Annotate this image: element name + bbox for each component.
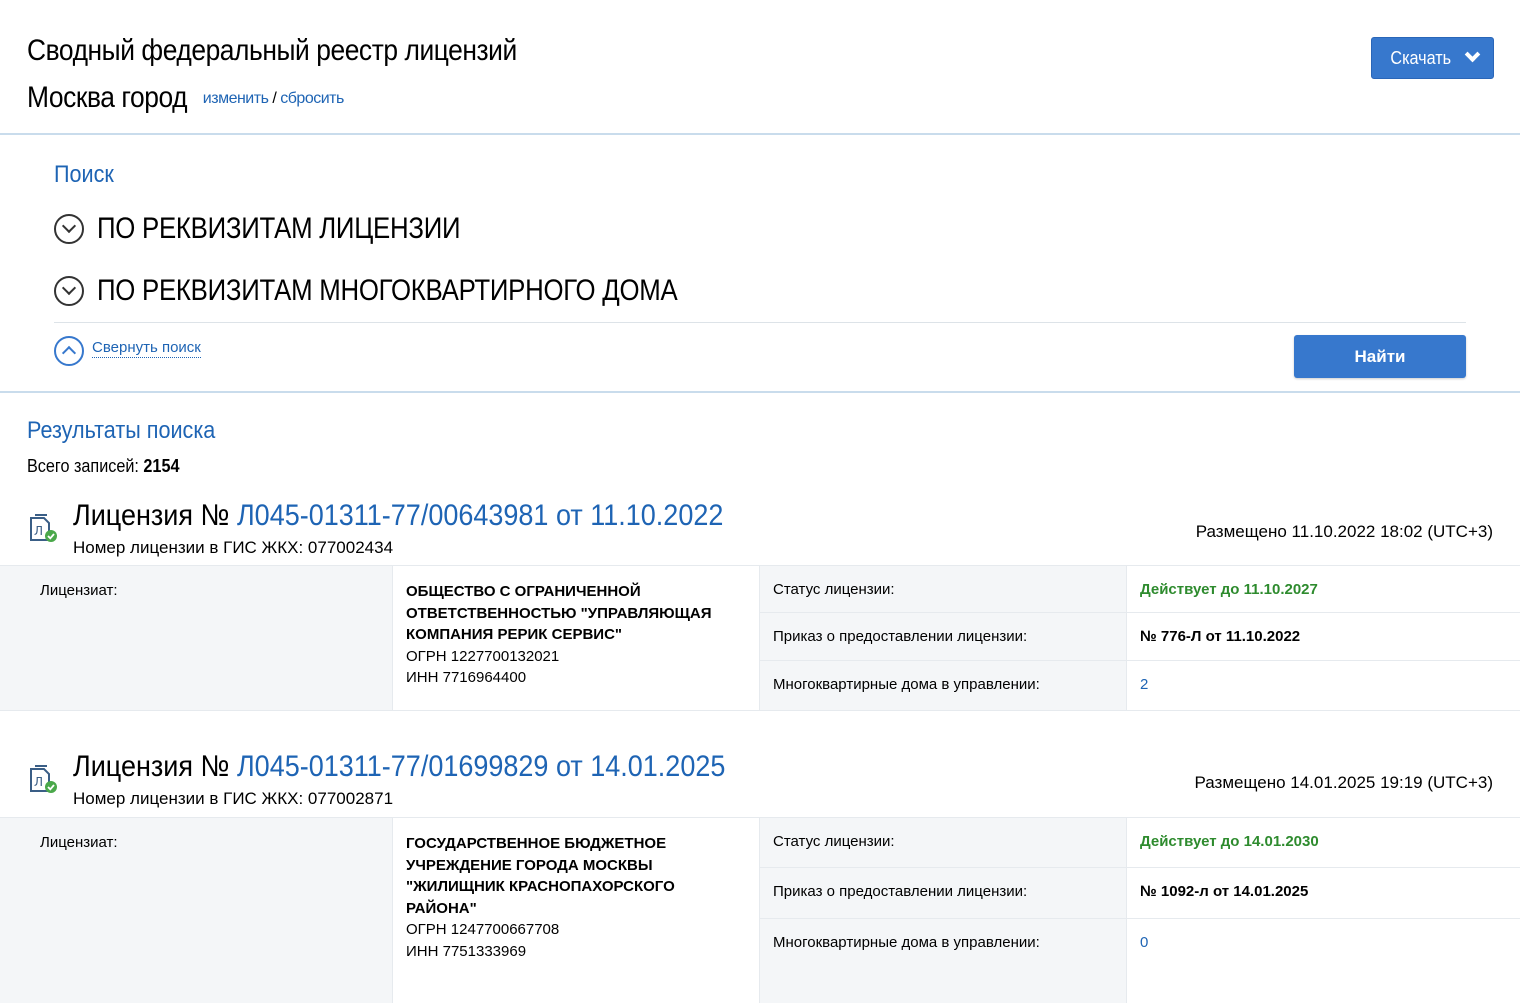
- licensee-label-cell: Лицензиат:: [0, 566, 393, 710]
- detail-labels-cell: Статус лицензии: Приказ о предоставлении…: [760, 566, 1127, 710]
- licensee-name: ГОСУДАРСТВЕННОЕ БЮДЖЕТНОЕ УЧРЕЖДЕНИЕ ГОР…: [406, 835, 675, 917]
- licensee-info-cell: ГОСУДАРСТВЕННОЕ БЮДЖЕТНОЕ УЧРЕЖДЕНИЕ ГОР…: [393, 818, 760, 1003]
- download-button-label: Скачать: [1390, 47, 1452, 68]
- licensee-name: ОБЩЕСТВО С ОГРАНИЧЕННОЙ ОТВЕТСТВЕННОСТЬЮ…: [406, 583, 712, 643]
- order-value-row: № 1092-л от 14.01.2025: [1127, 868, 1520, 919]
- status-badge: Действует до 14.01.2030: [1140, 833, 1319, 850]
- expand-circle-icon: [54, 276, 84, 306]
- license-document-icon: Л: [30, 765, 57, 793]
- search-panel: Поиск ПО РЕКВИЗИТАМ ЛИЦЕНЗИИ ПО РЕКВИЗИТ…: [0, 135, 1520, 393]
- houses-count-link[interactable]: 2: [1140, 676, 1148, 693]
- licensee-info-cell: ОБЩЕСТВО С ОГРАНИЧЕННОЙ ОТВЕТСТВЕННОСТЬЮ…: [393, 566, 760, 710]
- collapse-search-label: Свернуть поиск: [92, 338, 201, 358]
- download-button[interactable]: Скачать: [1371, 37, 1494, 79]
- licensee-inn: ИНН 7716964400: [406, 669, 527, 686]
- divider: [54, 322, 1466, 323]
- licensee-info: ГОСУДАРСТВЕННОЕ БЮДЖЕТНОЕ УЧРЕЖДЕНИЕ ГОР…: [406, 833, 746, 962]
- search-by-license-label: ПО РЕКВИЗИТАМ ЛИЦЕНЗИИ: [97, 212, 461, 245]
- houses-value-row: 0: [1127, 919, 1520, 1003]
- results-total: Всего записей: 2154: [27, 456, 179, 477]
- results-total-value: 2154: [143, 456, 180, 476]
- license-prefix: Лицензия №: [73, 750, 230, 783]
- collapse-circle-icon: [54, 336, 84, 366]
- license-heading: Лицензия № Л045-01311-77/00643981 от 11.…: [73, 499, 723, 533]
- page-title: Сводный федеральный реестр лицензий: [27, 34, 517, 67]
- license-details: Лицензиат: ОБЩЕСТВО С ОГРАНИЧЕННОЙ ОТВЕТ…: [0, 565, 1520, 711]
- license-prefix: Лицензия №: [73, 499, 230, 532]
- expand-circle-icon: [54, 214, 84, 244]
- license-posted-date: Размещено 11.10.2022 18:02 (UTC+3): [1195, 522, 1493, 541]
- page-header: Сводный федеральный реестр лицензий Моск…: [0, 0, 1520, 135]
- find-button[interactable]: Найти: [1294, 335, 1466, 378]
- svg-text:Л: Л: [34, 524, 43, 538]
- licensee-label: Лицензиат:: [40, 834, 118, 851]
- region-links: изменить / сбросить: [203, 90, 345, 107]
- licensee-inn: ИНН 7751333969: [406, 942, 527, 960]
- order-value-row: № 776-Л от 11.10.2022: [1127, 613, 1520, 661]
- reset-region-link[interactable]: сбросить: [280, 90, 344, 107]
- results-total-label: Всего записей:: [27, 456, 139, 476]
- license-gis-number: Номер лицензии в ГИС ЖКХ: 077002871: [73, 789, 394, 808]
- status-label: Статус лицензии:: [773, 833, 895, 850]
- svg-text:Л: Л: [34, 775, 43, 789]
- region-line: Москва город изменить / сбросить: [27, 81, 344, 115]
- licensee-label-cell: Лицензиат:: [0, 818, 393, 1003]
- license-gis-number: Номер лицензии в ГИС ЖКХ: 077002434: [73, 538, 394, 557]
- license-posted-date: Размещено 14.01.2025 19:19 (UTC+3): [1194, 773, 1493, 792]
- status-label: Статус лицензии:: [773, 581, 895, 598]
- search-by-building-label: ПО РЕКВИЗИТАМ МНОГОКВАРТИРНОГО ДОМА: [97, 274, 678, 307]
- search-by-building-toggle[interactable]: ПО РЕКВИЗИТАМ МНОГОКВАРТИРНОГО ДОМА: [54, 274, 772, 308]
- results-title: Результаты поиска: [27, 417, 216, 444]
- order-value: № 1092-л от 14.01.2025: [1140, 883, 1309, 900]
- detail-values-cell: Действует до 14.01.2030 № 1092-л от 14.0…: [1127, 818, 1520, 1003]
- houses-count-link[interactable]: 0: [1140, 934, 1148, 951]
- licensee-label: Лицензиат:: [40, 582, 118, 599]
- houses-value-row: 2: [1127, 661, 1520, 711]
- detail-values-cell: Действует до 11.10.2027 № 776-Л от 11.10…: [1127, 566, 1520, 710]
- change-region-link[interactable]: изменить: [203, 90, 269, 107]
- order-label-row: Приказ о предоставлении лицензии:: [760, 613, 1126, 661]
- chevron-down-icon: [1464, 46, 1481, 63]
- order-label: Приказ о предоставлении лицензии:: [773, 883, 1028, 900]
- licensee-ogrn: ОГРН 1247700667708: [406, 921, 560, 938]
- order-label: Приказ о предоставлении лицензии:: [773, 628, 1028, 645]
- order-value: № 776-Л от 11.10.2022: [1140, 628, 1301, 645]
- status-label-row: Статус лицензии:: [760, 818, 1126, 868]
- license-heading: Лицензия № Л045-01311-77/01699829 от 14.…: [73, 750, 725, 784]
- houses-label-row: Многоквартирные дома в управлении:: [760, 661, 1126, 711]
- search-by-license-toggle[interactable]: ПО РЕКВИЗИТАМ ЛИЦЕНЗИИ: [54, 212, 519, 246]
- search-title: Поиск: [54, 161, 114, 188]
- status-label-row: Статус лицензии:: [760, 566, 1126, 613]
- houses-label-row: Многоквартирные дома в управлении:: [760, 919, 1126, 1003]
- licensee-info: ОБЩЕСТВО С ОГРАНИЧЕННОЙ ОТВЕТСТВЕННОСТЬЮ…: [406, 581, 746, 689]
- houses-label: Многоквартирные дома в управлении:: [773, 676, 1040, 693]
- license-number-link[interactable]: Л045-01311-77/01699829 от 14.01.2025: [237, 750, 725, 783]
- license-document-icon: Л: [30, 514, 57, 542]
- detail-labels-cell: Статус лицензии: Приказ о предоставлении…: [760, 818, 1127, 1003]
- order-label-row: Приказ о предоставлении лицензии:: [760, 868, 1126, 919]
- collapse-search-toggle[interactable]: Свернуть поиск: [54, 336, 201, 366]
- license-number-link[interactable]: Л045-01311-77/00643981 от 11.10.2022: [237, 499, 723, 532]
- license-details: Лицензиат: ГОСУДАРСТВЕННОЕ БЮДЖЕТНОЕ УЧР…: [0, 817, 1520, 1003]
- status-badge: Действует до 11.10.2027: [1140, 581, 1318, 598]
- link-separator: /: [272, 90, 277, 107]
- status-value-row: Действует до 14.01.2030: [1127, 818, 1520, 868]
- houses-label: Многоквартирные дома в управлении:: [773, 934, 1040, 951]
- licensee-ogrn: ОГРН 1227700132021: [406, 647, 560, 665]
- region-name: Москва город: [27, 81, 188, 114]
- status-value-row: Действует до 11.10.2027: [1127, 566, 1520, 613]
